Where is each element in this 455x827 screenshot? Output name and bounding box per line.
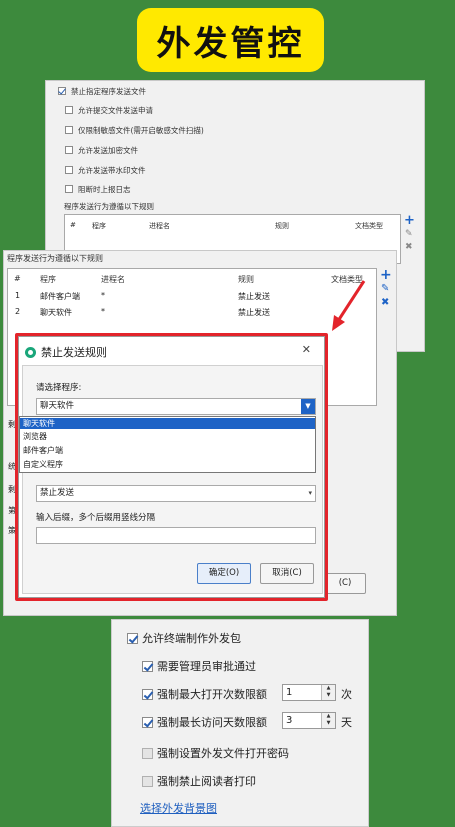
checkbox-icon[interactable] bbox=[65, 185, 73, 193]
checkbox-icon[interactable] bbox=[142, 716, 153, 728]
arrow-icon bbox=[332, 280, 366, 331]
option-max-access-days[interactable]: 强制最长访问天数限额 bbox=[142, 714, 267, 730]
option-sensitive-only[interactable]: 仅限制敏感文件(需开启敏感文件扫描) bbox=[65, 125, 204, 136]
option-allow-watermark[interactable]: 允许发送带水印文件 bbox=[65, 165, 146, 176]
checkbox-icon[interactable] bbox=[142, 747, 153, 759]
checkbox-icon[interactable] bbox=[142, 775, 153, 787]
col-program: 程序 bbox=[92, 222, 106, 230]
rule-select[interactable]: 禁止发送 ▾ bbox=[36, 485, 316, 502]
col-process: 进程名 bbox=[101, 275, 125, 284]
unit-label: 次 bbox=[341, 688, 352, 701]
option-force-password[interactable]: 强制设置外发文件打开密码 bbox=[142, 745, 289, 761]
add-icon[interactable]: + bbox=[404, 214, 415, 227]
select-background-link[interactable]: 选择外发背景图 bbox=[140, 800, 217, 816]
select-program-label: 请选择程序: bbox=[36, 383, 82, 393]
checkbox-icon[interactable] bbox=[127, 632, 138, 644]
stepper-arrows-icon[interactable]: ▲ ▼ bbox=[321, 685, 335, 700]
page-title: 外发管控 bbox=[156, 23, 305, 64]
col-doctype: 文档类型 bbox=[355, 222, 383, 230]
dropdown-option[interactable]: 聊天软件 bbox=[20, 418, 315, 429]
checkbox-icon[interactable] bbox=[65, 106, 73, 114]
dropdown-option[interactable]: 自定义程序 bbox=[20, 459, 315, 470]
dropdown-option[interactable]: 浏览器 bbox=[20, 431, 315, 442]
outbound-package-panel: 允许终端制作外发包 需要管理员审批通过 强制最大打开次数限额 1 ▲ ▼ 次 强制最… bbox=[111, 619, 369, 827]
col-rule: 规则 bbox=[238, 275, 254, 284]
option-block-specified-programs[interactable]: 禁止指定程序发送文件 bbox=[58, 86, 146, 97]
stepper-arrows-icon[interactable]: ▲ ▼ bbox=[321, 713, 335, 728]
edit-icon[interactable]: ✎ bbox=[381, 284, 389, 294]
ok-button[interactable]: 确定(O) bbox=[197, 563, 251, 584]
col-program: 程序 bbox=[40, 275, 56, 284]
program-select[interactable]: 聊天软件 ▼ bbox=[36, 398, 316, 415]
col-rule: 规则 bbox=[275, 222, 289, 230]
checkbox-icon[interactable] bbox=[142, 660, 153, 672]
option-allow-package[interactable]: 允许终端制作外发包 bbox=[127, 630, 241, 646]
option-report-log[interactable]: 阻断时上报日志 bbox=[65, 184, 131, 195]
dialog-frame: 请选择程序: 聊天软件 ▼ 禁止发送 ▾ 输入后缀，多个后缀用竖线分隔 确定(O) … bbox=[22, 365, 323, 594]
add-icon[interactable]: + bbox=[380, 268, 392, 282]
option-allow-send-request[interactable]: 允许提交文件发送申请 bbox=[65, 105, 153, 116]
option-forbid-print[interactable]: 强制禁止阅读者打印 bbox=[142, 773, 256, 789]
chevron-down-icon[interactable]: ▾ bbox=[308, 486, 312, 501]
checkbox-icon[interactable] bbox=[65, 146, 73, 154]
close-icon[interactable]: ✕ bbox=[302, 343, 311, 356]
suffix-input[interactable] bbox=[36, 527, 316, 544]
title-badge: 外发管控 bbox=[137, 8, 324, 72]
cancel-button[interactable]: 取消(C) bbox=[260, 563, 314, 584]
suffix-hint: 输入后缀，多个后缀用竖线分隔 bbox=[36, 513, 156, 523]
program-dropdown-list[interactable]: 聊天软件 浏览器 邮件客户端 自定义程序 bbox=[19, 416, 316, 473]
dialog-title: 禁止发送规则 bbox=[41, 346, 107, 359]
delete-icon[interactable]: ✖ bbox=[381, 298, 389, 308]
checkbox-icon[interactable] bbox=[142, 688, 153, 700]
unit-label: 天 bbox=[341, 716, 352, 729]
background-cancel-button[interactable]: (C) bbox=[324, 573, 366, 594]
option-admin-approval[interactable]: 需要管理员审批通过 bbox=[142, 658, 256, 674]
col-process: 进程名 bbox=[149, 222, 170, 230]
edit-icon[interactable]: ✎ bbox=[405, 230, 413, 239]
option-max-open-count[interactable]: 强制最大打开次数限额 bbox=[142, 686, 267, 702]
checkbox-icon[interactable] bbox=[58, 87, 66, 95]
access-days-stepper[interactable]: 3 ▲ ▼ bbox=[282, 712, 336, 729]
chevron-down-icon[interactable]: ▼ bbox=[301, 399, 315, 414]
rule-caption-mid: 程序发送行为遵循以下规则 bbox=[7, 254, 103, 263]
rule-caption: 程序发送行为遵循以下规则 bbox=[64, 202, 154, 211]
app-logo-icon bbox=[25, 346, 36, 358]
col-num: # bbox=[14, 274, 21, 283]
open-count-stepper[interactable]: 1 ▲ ▼ bbox=[282, 684, 336, 701]
checkbox-icon[interactable] bbox=[65, 166, 73, 174]
col-num: # bbox=[70, 221, 76, 229]
dropdown-option[interactable]: 邮件客户端 bbox=[20, 445, 315, 456]
checkbox-icon[interactable] bbox=[65, 126, 73, 134]
delete-icon[interactable]: ✖ bbox=[405, 243, 413, 252]
option-allow-encrypted[interactable]: 允许发送加密文件 bbox=[65, 145, 138, 156]
